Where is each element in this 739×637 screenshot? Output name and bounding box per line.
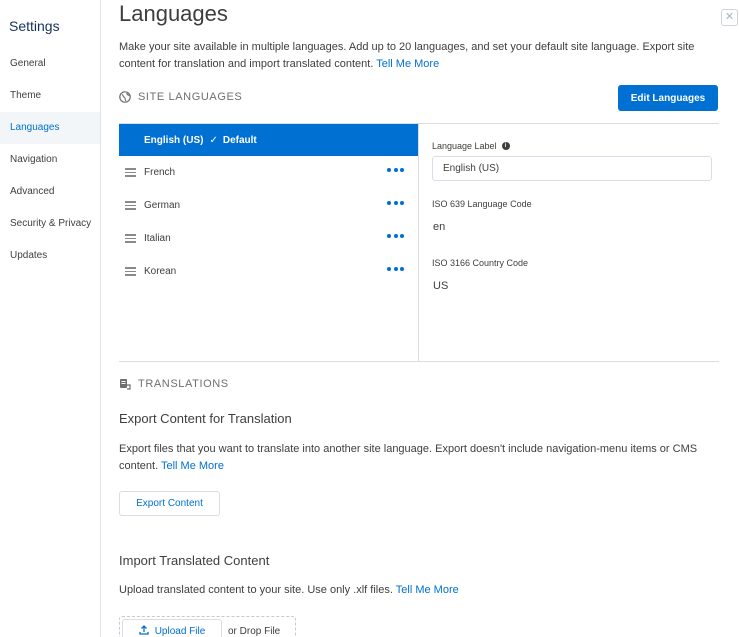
page-intro: Make your site available in multiple lan… <box>119 39 719 73</box>
upload-file-button[interactable]: Upload File <box>122 619 222 637</box>
drag-handle-icon[interactable] <box>125 267 136 276</box>
export-content-button[interactable]: Export Content <box>119 491 220 516</box>
drag-handle-icon[interactable] <box>125 234 136 243</box>
import-description-text: Upload translated content to your site. … <box>119 584 393 596</box>
iso639-value: en <box>433 221 446 233</box>
language-name: English (US) <box>144 134 204 146</box>
language-name: Korean <box>144 266 177 277</box>
language-panel: English (US) ✓ Default French German Ita… <box>119 123 719 362</box>
iso3166-label: ISO 3166 Country Code <box>432 258 529 268</box>
upload-icon <box>139 624 149 637</box>
import-tell-me-more-link[interactable]: Tell Me More <box>396 584 459 596</box>
translations-heading-text: TRANSLATIONS <box>138 378 229 390</box>
sidebar-title: Settings <box>9 18 60 34</box>
more-actions-icon[interactable] <box>387 267 404 271</box>
import-title: Import Translated Content <box>119 553 270 568</box>
language-row[interactable]: French <box>119 156 418 189</box>
sidebar-item-advanced[interactable]: Advanced <box>0 176 100 208</box>
drop-file-text: or Drop File <box>228 626 281 637</box>
more-actions-icon[interactable] <box>387 234 404 238</box>
more-actions-icon[interactable] <box>387 168 404 172</box>
language-name: French <box>144 167 176 178</box>
close-icon[interactable]: ✕ <box>721 9 738 26</box>
sidebar-item-updates[interactable]: Updates <box>0 240 100 272</box>
page-intro-link[interactable]: Tell Me More <box>376 58 439 70</box>
iso3166-value: US <box>433 280 449 292</box>
language-label-text: Language Label <box>432 141 497 151</box>
import-description: Upload translated content to your site. … <box>119 582 719 599</box>
language-list: English (US) ✓ Default French German Ita… <box>119 124 419 362</box>
sidebar-item-general[interactable]: General <box>0 48 100 80</box>
default-badge: Default <box>222 134 257 146</box>
iso639-label: ISO 639 Language Code <box>432 199 532 209</box>
sidebar-item-languages[interactable]: Languages <box>0 112 100 144</box>
language-row[interactable]: Korean <box>119 255 418 288</box>
sidebar-item-security-privacy[interactable]: Security & Privacy <box>0 208 100 240</box>
language-label-input[interactable] <box>432 156 712 181</box>
sidebar-list: General Theme Languages Navigation Advan… <box>0 48 100 272</box>
more-actions-icon[interactable] <box>387 201 404 205</box>
export-tell-me-more-link[interactable]: Tell Me More <box>161 460 224 472</box>
page-title: Languages <box>119 1 228 26</box>
language-name: Italian <box>144 233 171 244</box>
export-description: Export files that you want to translate … <box>119 441 719 475</box>
translations-heading: TRANSLATIONS <box>119 376 229 392</box>
export-title: Export Content for Translation <box>119 411 292 426</box>
site-languages-heading-text: SITE LANGUAGES <box>138 91 243 103</box>
edit-languages-button[interactable]: Edit Languages <box>618 85 718 111</box>
language-label-field-label: Language Label i <box>432 141 510 151</box>
drag-handle-icon[interactable] <box>125 168 136 177</box>
globe-icon <box>119 91 131 103</box>
language-row[interactable]: Italian <box>119 222 418 255</box>
sidebar-item-navigation[interactable]: Navigation <box>0 144 100 176</box>
settings-sidebar: Settings General Theme Languages Navigat… <box>0 0 101 637</box>
language-row[interactable]: German <box>119 189 418 222</box>
drag-handle-icon[interactable] <box>125 201 136 210</box>
translate-document-icon <box>119 378 131 390</box>
checkmark-icon: ✓ <box>209 134 218 146</box>
file-drop-zone[interactable]: Upload File or Drop File <box>119 616 296 637</box>
sidebar-item-theme[interactable]: Theme <box>0 80 100 112</box>
language-name: German <box>144 200 181 211</box>
site-languages-heading: SITE LANGUAGES <box>119 89 242 105</box>
info-icon[interactable]: i <box>501 142 510 150</box>
language-row-selected[interactable]: English (US) ✓ Default <box>119 124 418 156</box>
upload-file-label: Upload File <box>154 625 206 637</box>
